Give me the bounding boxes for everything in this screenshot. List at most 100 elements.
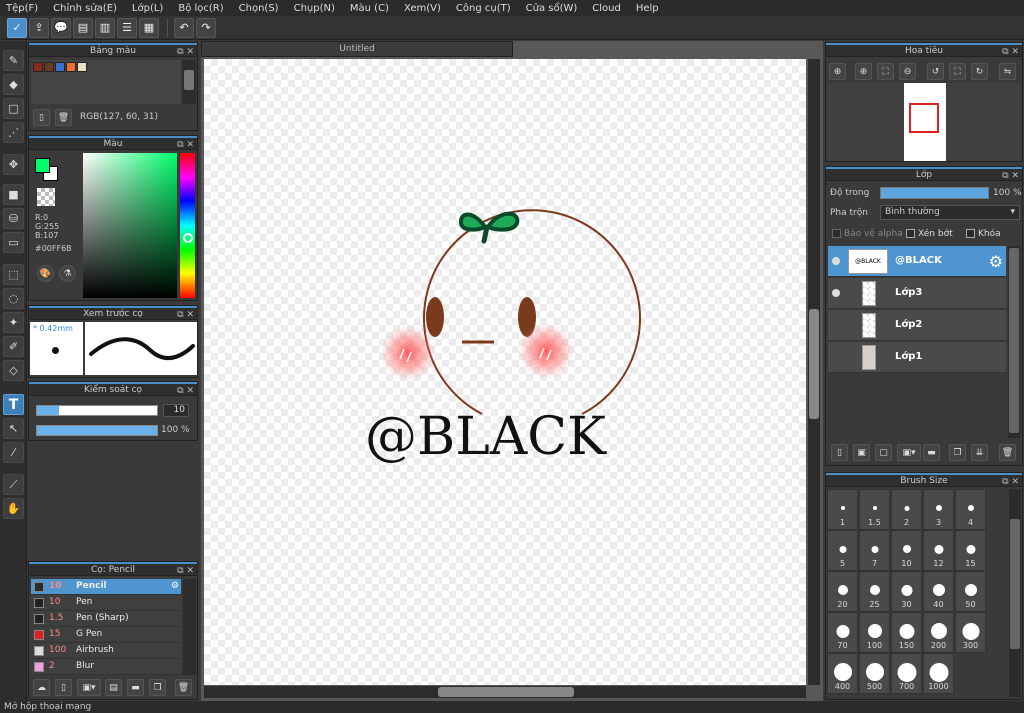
palette-swatch[interactable] bbox=[77, 62, 87, 72]
hue-handle[interactable] bbox=[183, 233, 193, 243]
panel-close-icon[interactable]: ⧉ ✕ bbox=[177, 139, 194, 151]
hue-slider[interactable] bbox=[180, 153, 195, 298]
layer-folder-button[interactable]: ▬ bbox=[923, 444, 940, 461]
lasso-tool[interactable]: ◌ bbox=[3, 288, 24, 309]
brush-size-cell[interactable]: 200 bbox=[923, 612, 954, 653]
brush-list-item[interactable]: 100 Airbrush bbox=[31, 643, 181, 659]
zoom-out-button[interactable]: ⊖ bbox=[899, 63, 916, 80]
eyedropper-tool[interactable]: ⟋ bbox=[3, 474, 24, 495]
brush-size-cell[interactable]: 12 bbox=[923, 530, 954, 571]
brush-size-cell[interactable]: 5 bbox=[827, 530, 858, 571]
comment-button[interactable]: ▤ bbox=[73, 17, 93, 38]
delete-layer-button[interactable]: 🗑 bbox=[999, 444, 1016, 461]
horizontal-scroll-thumb[interactable] bbox=[438, 687, 574, 697]
duplicate-layer-button[interactable]: ❐ bbox=[949, 444, 966, 461]
page-button[interactable]: ▥ bbox=[95, 17, 115, 38]
brush-cloud-button[interactable]: ☁ bbox=[33, 679, 50, 696]
menu-item[interactable]: Chọn(S) bbox=[239, 3, 279, 14]
brush-edit-button[interactable]: ▤ bbox=[105, 679, 122, 696]
merge-layer-button[interactable]: ⇊ bbox=[971, 444, 988, 461]
menu-item[interactable]: Help bbox=[636, 3, 659, 14]
layer-row[interactable]: Lớp1 bbox=[828, 342, 1006, 373]
layer-row[interactable]: Lớp2 bbox=[828, 310, 1006, 341]
visibility-eye-icon[interactable] bbox=[832, 289, 840, 297]
layer-row[interactable]: @BLACK @BLACK ⚙ bbox=[828, 246, 1006, 277]
reset-view-button[interactable]: ⛶ bbox=[949, 63, 966, 80]
brush-size-scrollbar[interactable] bbox=[1009, 489, 1021, 697]
brush-list-item[interactable]: 10 Pencil ⚙ bbox=[31, 579, 181, 595]
brush-size-cell[interactable]: 400 bbox=[827, 653, 858, 694]
menu-item[interactable]: Công cụ(T) bbox=[456, 3, 511, 14]
brush-size-cell[interactable]: 100 bbox=[859, 612, 890, 653]
grid-button[interactable]: ▦ bbox=[139, 17, 159, 38]
gradient-tool[interactable]: ▭ bbox=[3, 232, 24, 253]
menu-item[interactable]: Màu (C) bbox=[350, 3, 389, 14]
menu-item[interactable]: Chụp(N) bbox=[294, 3, 335, 14]
palette-scrollbar[interactable] bbox=[182, 60, 196, 104]
gear-icon[interactable]: ⚙ bbox=[171, 579, 179, 594]
navigator-viewport[interactable] bbox=[909, 103, 939, 133]
layer-row[interactable]: Lớp3 bbox=[828, 278, 1006, 309]
document-canvas[interactable]: @BLACK bbox=[204, 59, 806, 685]
bucket-tool[interactable]: ⛁ bbox=[3, 208, 24, 229]
brush-tool[interactable]: ✎ bbox=[3, 50, 24, 71]
zoom-fit-button[interactable]: ⊕ bbox=[829, 63, 846, 80]
antialias-toggle-button[interactable]: ✓ bbox=[7, 17, 27, 38]
blend-mode-select[interactable]: Bình thường ▾ bbox=[880, 205, 1020, 220]
brush-size-cell[interactable]: 70 bbox=[827, 612, 858, 653]
brush-list-scrollbar[interactable] bbox=[183, 579, 196, 675]
panel-close-icon[interactable]: ⧉ ✕ bbox=[177, 565, 194, 577]
visibility-eye-icon[interactable] bbox=[832, 257, 840, 265]
menu-item[interactable]: Cloud bbox=[592, 3, 621, 14]
brush-opacity-slider[interactable] bbox=[36, 425, 158, 436]
brush-size-cell[interactable]: 20 bbox=[827, 571, 858, 612]
brush-size-cell[interactable]: 700 bbox=[891, 653, 922, 694]
new-layer-button[interactable]: ▯ bbox=[831, 444, 848, 461]
panel-close-icon[interactable]: ⧉ ✕ bbox=[1002, 46, 1019, 58]
new-1bit-layer-button[interactable]: ▢ bbox=[875, 444, 892, 461]
brush-size-value[interactable]: 10 bbox=[163, 404, 189, 417]
menu-item[interactable]: Xem(V) bbox=[404, 3, 441, 14]
magic-wand-tool[interactable]: ✦ bbox=[3, 312, 24, 333]
brush-size-cell[interactable]: 40 bbox=[923, 571, 954, 612]
foreground-color-swatch[interactable] bbox=[35, 158, 50, 173]
rect-select-tool[interactable]: ⬚ bbox=[3, 264, 24, 285]
gear-icon[interactable]: ⚙ bbox=[989, 252, 1003, 271]
move-tool[interactable]: ✥ bbox=[3, 154, 24, 175]
new-8bit-layer-button[interactable]: ▣ bbox=[853, 444, 870, 461]
transparent-color-swatch[interactable] bbox=[37, 188, 55, 206]
brush-size-slider[interactable] bbox=[36, 405, 158, 416]
brush-size-cell[interactable]: 1 bbox=[827, 489, 858, 530]
menu-item[interactable]: Chỉnh sửa(E) bbox=[53, 3, 117, 14]
palette-swatch[interactable] bbox=[44, 62, 54, 72]
lock-checkbox[interactable]: Khóa bbox=[966, 229, 1001, 239]
brush-list-item[interactable]: 1.5 Pen (Sharp) bbox=[31, 611, 181, 627]
fit-screen-button[interactable]: ⛶ bbox=[877, 63, 894, 80]
brush-list-item[interactable]: 10 Pen bbox=[31, 595, 181, 611]
rotate-left-button[interactable]: ↺ bbox=[927, 63, 944, 80]
brush-size-cell[interactable]: 30 bbox=[891, 571, 922, 612]
brush-folder-button[interactable]: ▬ bbox=[127, 679, 144, 696]
alpha-protect-checkbox[interactable]: Bảo vệ alpha bbox=[832, 229, 903, 239]
layer-list-scrollbar[interactable] bbox=[1008, 246, 1020, 438]
rotate-right-button[interactable]: ↻ bbox=[971, 63, 988, 80]
shape-tool[interactable]: □ bbox=[3, 98, 24, 119]
zoom-in-button[interactable]: ⊕ bbox=[855, 63, 872, 80]
brush-list-item[interactable]: 2 Blur bbox=[31, 659, 181, 675]
brush-size-cell[interactable]: 4 bbox=[955, 489, 986, 530]
palette-delete-button[interactable]: 🗑 bbox=[55, 109, 72, 126]
panel-close-icon[interactable]: ⧉ ✕ bbox=[1002, 476, 1019, 488]
dropper-tool[interactable]: ⁄ bbox=[3, 442, 24, 463]
panel-close-icon[interactable]: ⧉ ✕ bbox=[177, 309, 194, 321]
select-pen-tool[interactable]: ✐ bbox=[3, 336, 24, 357]
hand-tool[interactable]: ✋ bbox=[3, 498, 24, 519]
panel-close-icon[interactable]: ⧉ ✕ bbox=[1002, 170, 1019, 182]
add-layer-dropdown-button[interactable]: ▣▾ bbox=[897, 444, 921, 461]
document-tab[interactable]: Untitled bbox=[201, 41, 513, 57]
rect-fill-tool[interactable]: ■ bbox=[3, 184, 24, 205]
list-button[interactable]: ☰ bbox=[117, 17, 137, 38]
undo-button[interactable]: ↶ bbox=[174, 17, 194, 38]
brush-size-cell[interactable]: 2 bbox=[891, 489, 922, 530]
brush-size-cell[interactable]: 3 bbox=[923, 489, 954, 530]
color-wheel-button[interactable]: 🎨 bbox=[37, 265, 54, 282]
